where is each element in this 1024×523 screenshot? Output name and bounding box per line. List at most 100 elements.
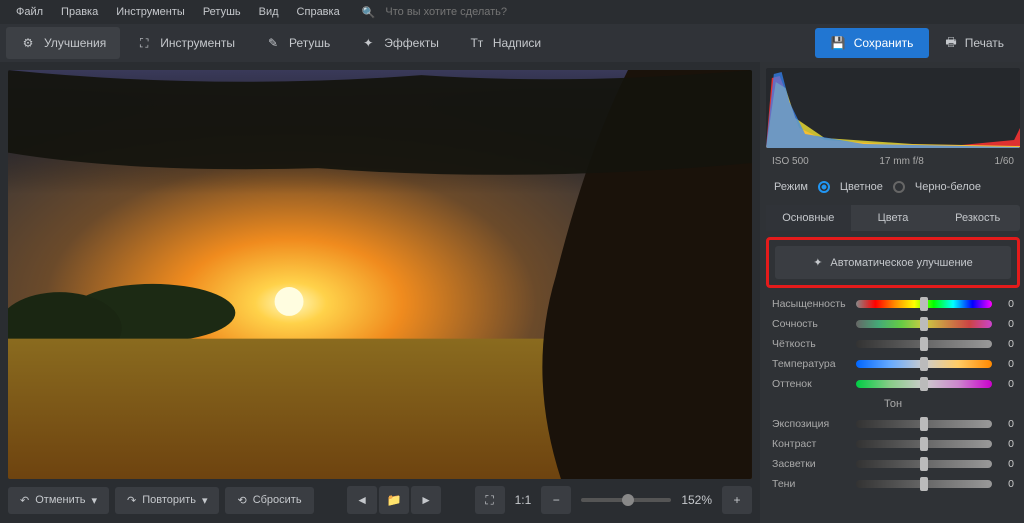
slider-saturation[interactable]: Насыщенность 0 — [766, 294, 1020, 314]
slider-track[interactable] — [856, 420, 992, 428]
auto-enhance-button[interactable]: ✦ Автоматическое улучшение — [775, 246, 1011, 279]
tab-label: Надписи — [493, 36, 541, 50]
chevron-down-icon: ▾ — [91, 494, 97, 507]
btn-label: Автоматическое улучшение — [830, 257, 972, 269]
menu-retouch[interactable]: Ретушь — [195, 2, 249, 22]
tab-retouch[interactable]: ✎ Ретушь — [251, 27, 344, 59]
print-button[interactable]: 🖶 Печать — [931, 25, 1018, 62]
zoom-value: 152% — [681, 493, 712, 507]
reset-icon: ⟲ — [237, 494, 246, 507]
slider-value: 0 — [998, 418, 1014, 430]
slider-label: Контраст — [772, 438, 850, 450]
slider-label: Засветки — [772, 458, 850, 470]
wand-icon: ✦ — [360, 35, 376, 51]
menu-tools[interactable]: Инструменты — [108, 2, 193, 22]
sliders-icon: ⚙ — [20, 35, 36, 51]
image-metadata: ISO 500 17 mm f/8 1/60 — [766, 154, 1020, 169]
meta-lens: 17 mm f/8 — [879, 156, 923, 167]
brush-icon: ✎ — [265, 35, 281, 51]
tab-label: Ретушь — [289, 36, 330, 50]
redo-icon: ↷ — [127, 494, 136, 507]
slider-value: 0 — [998, 458, 1014, 470]
slider-clarity[interactable]: Чёткость0 — [766, 334, 1020, 354]
slider-track[interactable] — [856, 300, 992, 308]
main-toolbar: ⚙Улучшения ⛶Инструменты ✎ Ретушь ✦ Эффекты… — [0, 24, 1024, 62]
slider-track[interactable] — [856, 360, 992, 368]
slider-contrast[interactable]: Контраст0 — [766, 434, 1020, 454]
subtab-basic[interactable]: Основные — [766, 205, 851, 231]
slider-value: 0 — [998, 378, 1014, 390]
radio-bw[interactable] — [893, 181, 905, 193]
search-input[interactable] — [385, 6, 565, 18]
subtab-sharpness[interactable]: Резкость — [935, 205, 1020, 231]
slider-track[interactable] — [856, 460, 992, 468]
open-folder-button[interactable]: 📁 — [379, 486, 409, 514]
wand-icon: ✦ — [813, 256, 822, 269]
subtab-colors[interactable]: Цвета — [851, 205, 936, 231]
menu-bar: Файл Правка Инструменты Ретушь Вид Справ… — [0, 0, 1024, 24]
search-icon: 🔍 — [354, 2, 384, 23]
menu-help[interactable]: Справка — [289, 2, 348, 22]
slider-value: 0 — [998, 298, 1014, 310]
slider-label: Сочность — [772, 318, 850, 330]
color-mode-row: Режим Цветное Черно-белое — [766, 175, 1020, 199]
undo-button[interactable]: ↶Отменить▾ — [8, 487, 109, 514]
auto-enhance-highlight: ✦ Автоматическое улучшение — [766, 237, 1020, 288]
undo-icon: ↶ — [20, 494, 29, 507]
histogram[interactable] — [766, 68, 1020, 148]
slider-label: Тени — [772, 478, 850, 490]
slider-label: Насыщенность — [772, 298, 850, 310]
zoom-in-button[interactable]: + — [722, 486, 752, 514]
slider-track[interactable] — [856, 320, 992, 328]
radio-color[interactable] — [818, 181, 830, 193]
slider-exposure[interactable]: Экспозиция 0 — [766, 414, 1020, 434]
slider-track[interactable] — [856, 440, 992, 448]
tone-section-header: Тон — [766, 394, 1020, 414]
bottom-bar: ↶Отменить▾ ↷ Повторить ▾ ⟲ Сбросить ◄ 📁 ► ⛶… — [8, 479, 752, 515]
tab-effects[interactable]: ✦ Эффекты — [346, 27, 453, 59]
reset-button[interactable]: ⟲ Сбросить — [225, 487, 313, 514]
meta-shutter: 1/60 — [995, 156, 1014, 167]
slider-track[interactable] — [856, 480, 992, 488]
next-image-button[interactable]: ► — [411, 486, 441, 514]
fit-screen-button[interactable]: ⛶ — [475, 486, 505, 514]
adjust-subtabs: Основные Цвета Резкость — [766, 205, 1020, 231]
slider-value: 0 — [998, 318, 1014, 330]
print-label: Печать — [965, 36, 1004, 50]
zoom-out-button[interactable]: − — [541, 486, 571, 514]
tab-label: Эффекты — [384, 36, 439, 50]
slider-shadows[interactable]: Тени 0 — [766, 474, 1020, 494]
tab-tools[interactable]: ⛶Инструменты — [122, 27, 249, 59]
slider-label: Температура — [772, 358, 850, 370]
tab-text[interactable]: TᴛНадписи — [455, 27, 555, 59]
slider-label: Экспозиция — [772, 418, 850, 430]
image-canvas[interactable] — [8, 70, 752, 479]
zoom-ratio[interactable]: 1:1 — [515, 493, 532, 507]
redo-button[interactable]: ↷ Повторить ▾ — [115, 487, 219, 514]
slider-label: Чёткость — [772, 338, 850, 350]
btn-label: Сбросить — [253, 494, 302, 506]
slider-track[interactable] — [856, 380, 992, 388]
menu-view[interactable]: Вид — [251, 2, 287, 22]
menu-file[interactable]: Файл — [8, 2, 51, 22]
save-icon: 💾 — [831, 36, 846, 50]
save-button[interactable]: 💾 Сохранить — [815, 28, 930, 58]
slider-value: 0 — [998, 478, 1014, 490]
slider-label: Оттенок — [772, 378, 850, 390]
tab-enhancements[interactable]: ⚙Улучшения — [6, 27, 120, 59]
slider-vibrance[interactable]: Сочность 0 — [766, 314, 1020, 334]
slider-highlights[interactable]: Засветки 0 — [766, 454, 1020, 474]
slider-tint[interactable]: Оттенок 0 — [766, 374, 1020, 394]
slider-track[interactable] — [856, 340, 992, 348]
save-label: Сохранить — [854, 36, 914, 50]
crop-icon: ⛶ — [136, 35, 152, 51]
print-icon: 🖶 — [945, 33, 956, 54]
menu-edit[interactable]: Правка — [53, 2, 106, 22]
btn-label: Повторить — [142, 494, 196, 506]
slider-value: 0 — [998, 358, 1014, 370]
prev-image-button[interactable]: ◄ — [347, 486, 377, 514]
radio-label: Черно-белое — [915, 181, 981, 193]
zoom-slider[interactable] — [581, 498, 671, 502]
chevron-down-icon: ▾ — [202, 494, 208, 507]
slider-temperature[interactable]: Температура 0 — [766, 354, 1020, 374]
